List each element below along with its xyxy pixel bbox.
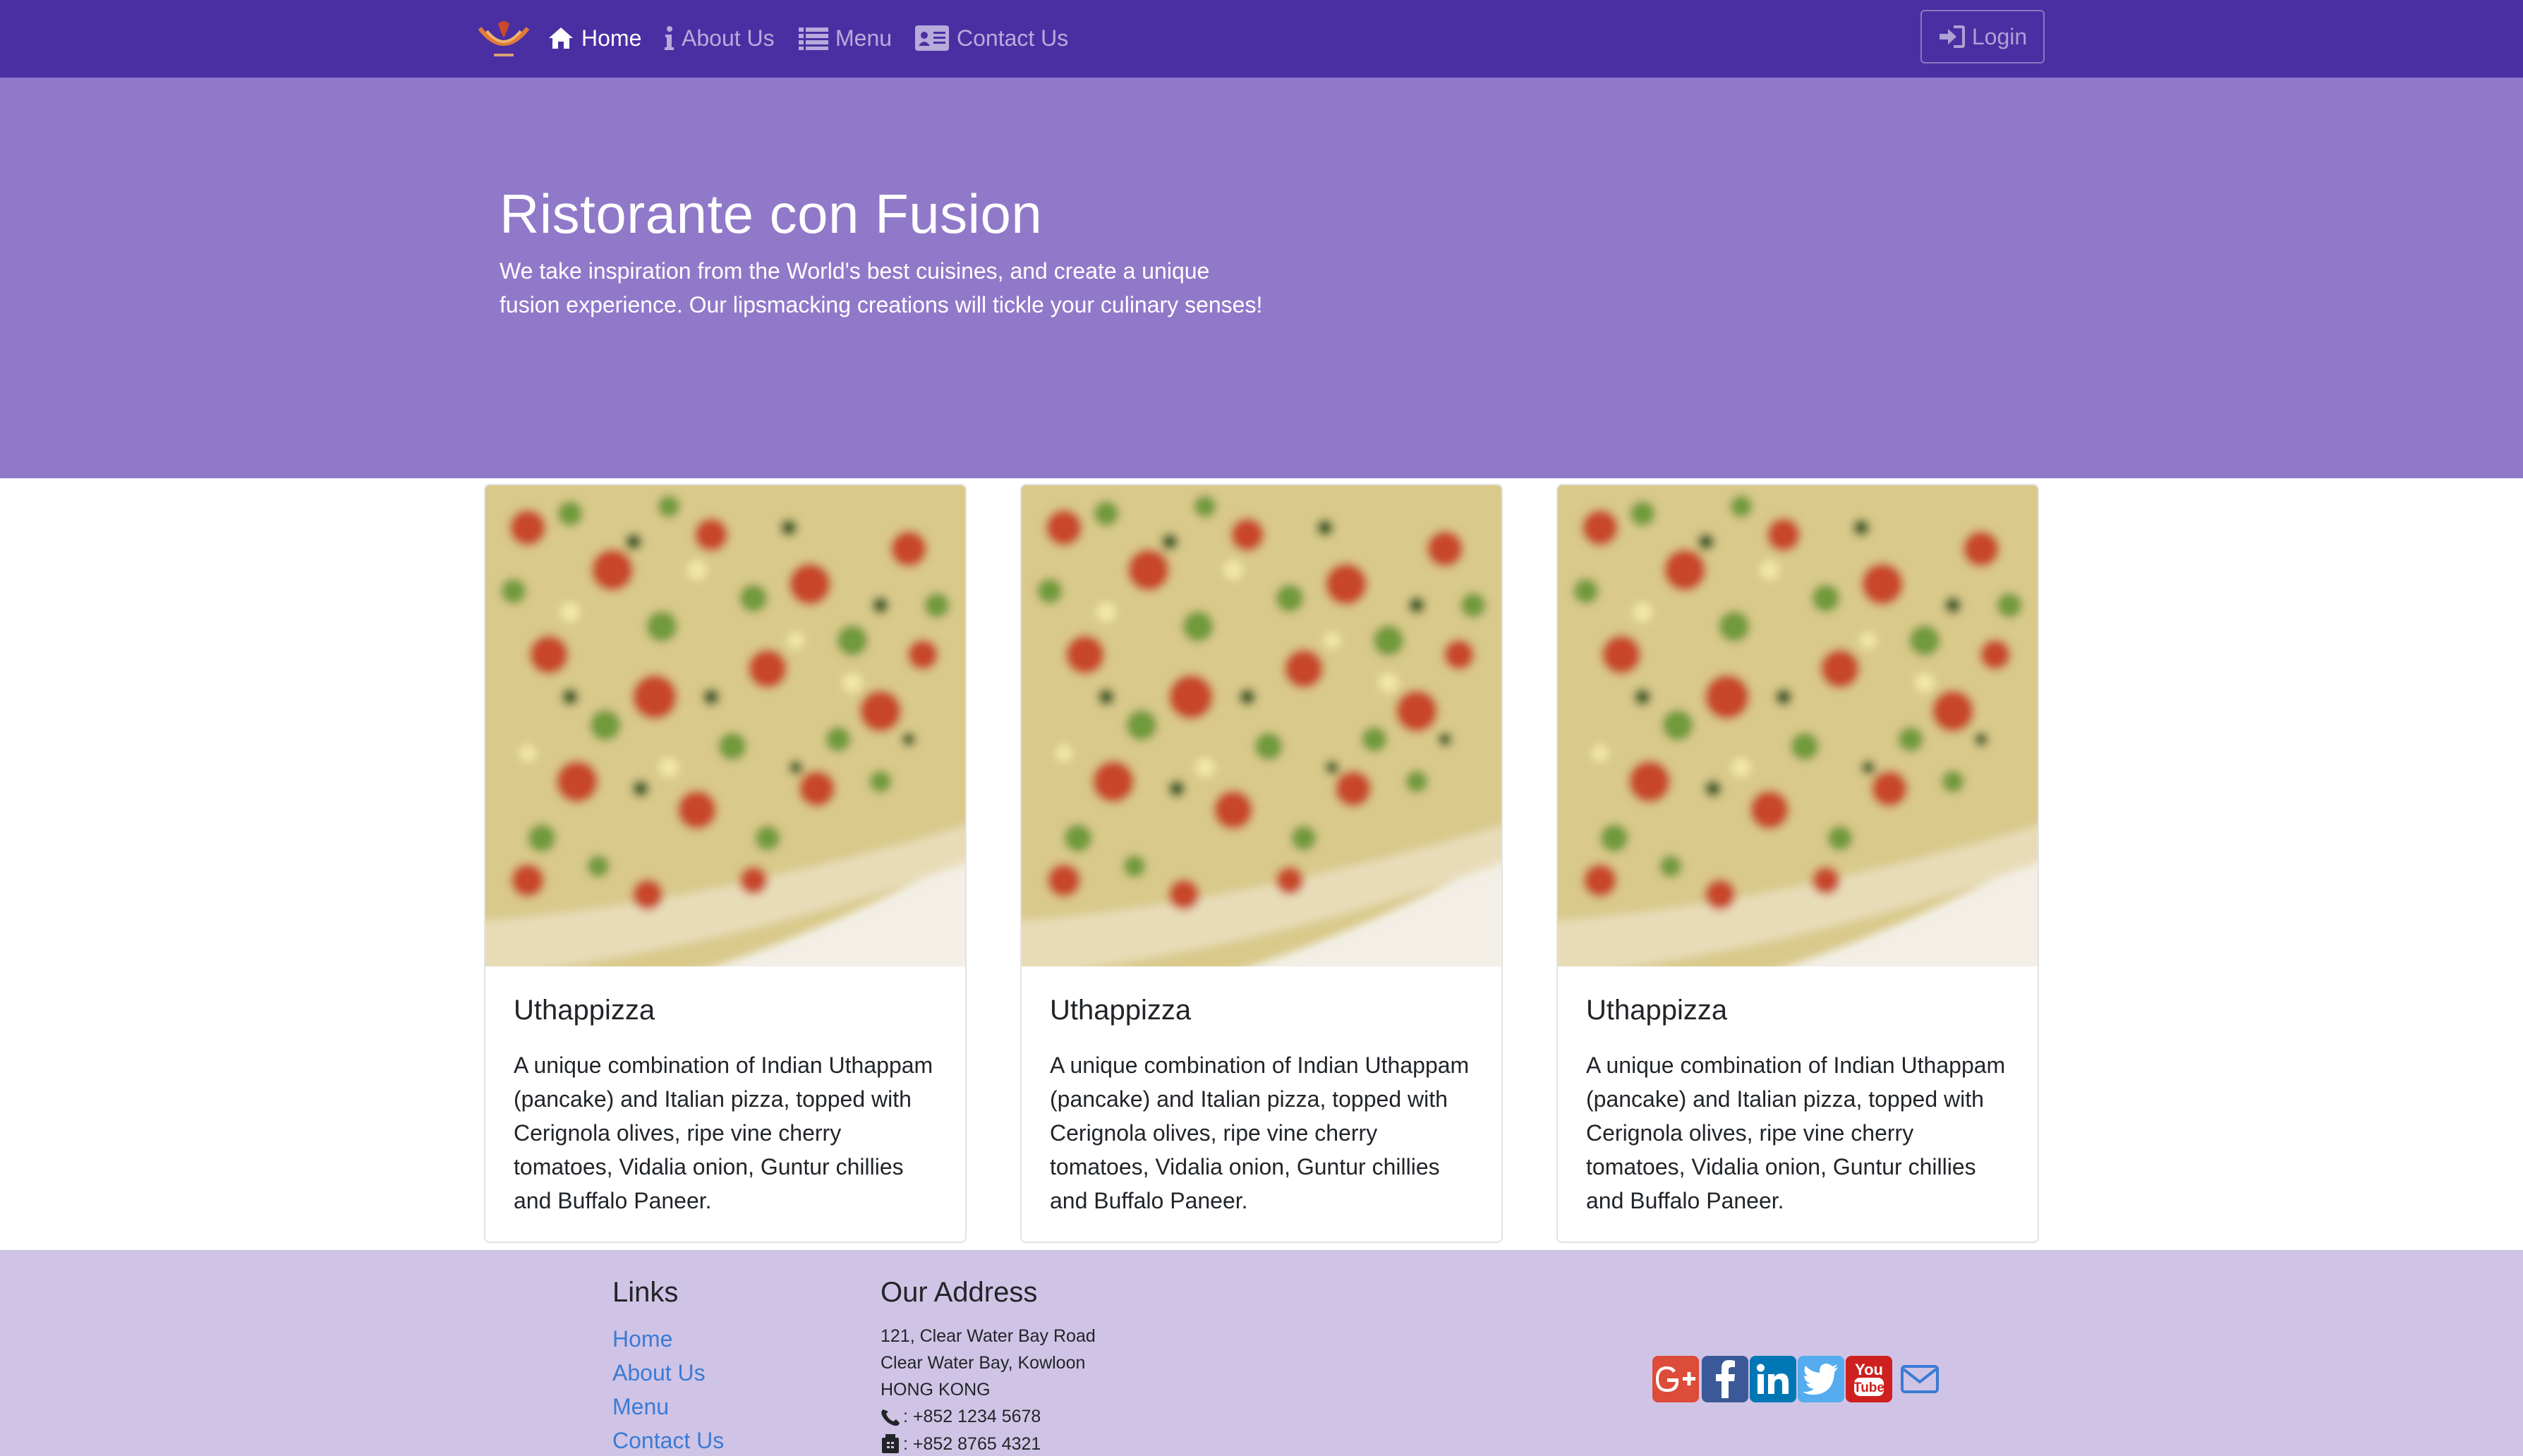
card-title: Uthappizza — [1050, 995, 1192, 1026]
dish-image — [1558, 485, 2038, 966]
hero-title: Ristorante con Fusion — [500, 183, 1043, 245]
dish-image — [485, 485, 965, 966]
linkedin-icon[interactable] — [1750, 1356, 1796, 1402]
nav-item-home[interactable]: Home — [547, 18, 641, 58]
card-text: A unique combination of Indian Uthappam … — [1586, 1052, 2006, 1213]
info-icon — [665, 26, 674, 50]
login-label: Login — [1971, 23, 2028, 49]
dish-image — [1022, 485, 1501, 966]
facebook-icon[interactable] — [1702, 1356, 1748, 1402]
nav-item-menu[interactable]: Menu — [799, 18, 892, 58]
nav-label-about: About Us — [682, 25, 775, 51]
sign-in-icon — [1939, 25, 1965, 48]
dish-card: Uthappizza A unique combination of India… — [1020, 484, 1503, 1243]
nav-item-about[interactable]: About Us — [663, 18, 775, 58]
google-plus-glyph — [1656, 1366, 1695, 1392]
hero-text: We take inspiration from the World's bes… — [500, 258, 1263, 317]
youtube-icon[interactable]: You Tube — [1846, 1356, 1892, 1402]
twitter-icon[interactable] — [1798, 1356, 1844, 1402]
footer-link-contact[interactable]: Contact Us — [612, 1428, 724, 1454]
dish-card: Uthappizza A unique combination of India… — [1556, 484, 2039, 1243]
dish-card: Uthappizza A unique combination of India… — [484, 484, 967, 1243]
restaurant-logo[interactable] — [477, 16, 531, 62]
facebook-glyph — [1716, 1360, 1735, 1398]
footer-link-about[interactable]: About Us — [612, 1360, 706, 1386]
address-fax: : +852 8765 4321 — [881, 1433, 1041, 1455]
phone-number: : +852 1234 5678 — [903, 1407, 1041, 1426]
address-line: HONG KONG — [881, 1380, 991, 1400]
login-button[interactable]: Login — [1920, 10, 2045, 63]
svg-text:Tube: Tube — [1853, 1381, 1884, 1395]
nav-label-menu: Menu — [835, 25, 893, 51]
nav-item-contact[interactable]: Contact Us — [914, 18, 1068, 58]
footer-link-menu[interactable]: Menu — [612, 1394, 669, 1420]
linkedin-glyph — [1757, 1364, 1789, 1394]
list-icon — [799, 28, 828, 50]
fax-number: : +852 8765 4321 — [903, 1433, 1041, 1454]
fax-icon — [882, 1434, 899, 1453]
phone-icon — [881, 1409, 900, 1426]
nav-label-home: Home — [581, 25, 642, 51]
card-title: Uthappizza — [514, 995, 655, 1026]
envelope-glyph — [1901, 1365, 1939, 1393]
jumbotron: Ristorante con Fusion We take inspiratio… — [0, 78, 2523, 478]
navbar: Home About Us Menu Contact Us Login — [0, 0, 2523, 78]
envelope-icon[interactable] — [1896, 1356, 1943, 1402]
address-line: Clear Water Bay, Kowloon — [881, 1353, 1086, 1373]
footer — [0, 1250, 2523, 1456]
svg-text:You: You — [1855, 1361, 1883, 1378]
address-phone: : +852 1234 5678 — [881, 1407, 1041, 1427]
youtube-glyph: You Tube — [1853, 1361, 1884, 1396]
card-text: A unique combination of Indian Uthappam … — [1050, 1052, 1470, 1213]
card-text: A unique combination of Indian Uthappam … — [514, 1052, 933, 1213]
google-plus-icon[interactable] — [1652, 1356, 1699, 1402]
footer-link-home[interactable]: Home — [612, 1326, 672, 1352]
footer-address-heading: Our Address — [881, 1277, 1038, 1308]
address-line: 121, Clear Water Bay Road — [881, 1326, 1096, 1346]
footer-links-heading: Links — [612, 1277, 679, 1308]
twitter-glyph — [1803, 1364, 1838, 1395]
address-card-icon — [915, 25, 949, 51]
nav-label-contact: Contact Us — [957, 25, 1069, 51]
home-icon — [549, 28, 573, 49]
card-title: Uthappizza — [1586, 995, 1728, 1026]
